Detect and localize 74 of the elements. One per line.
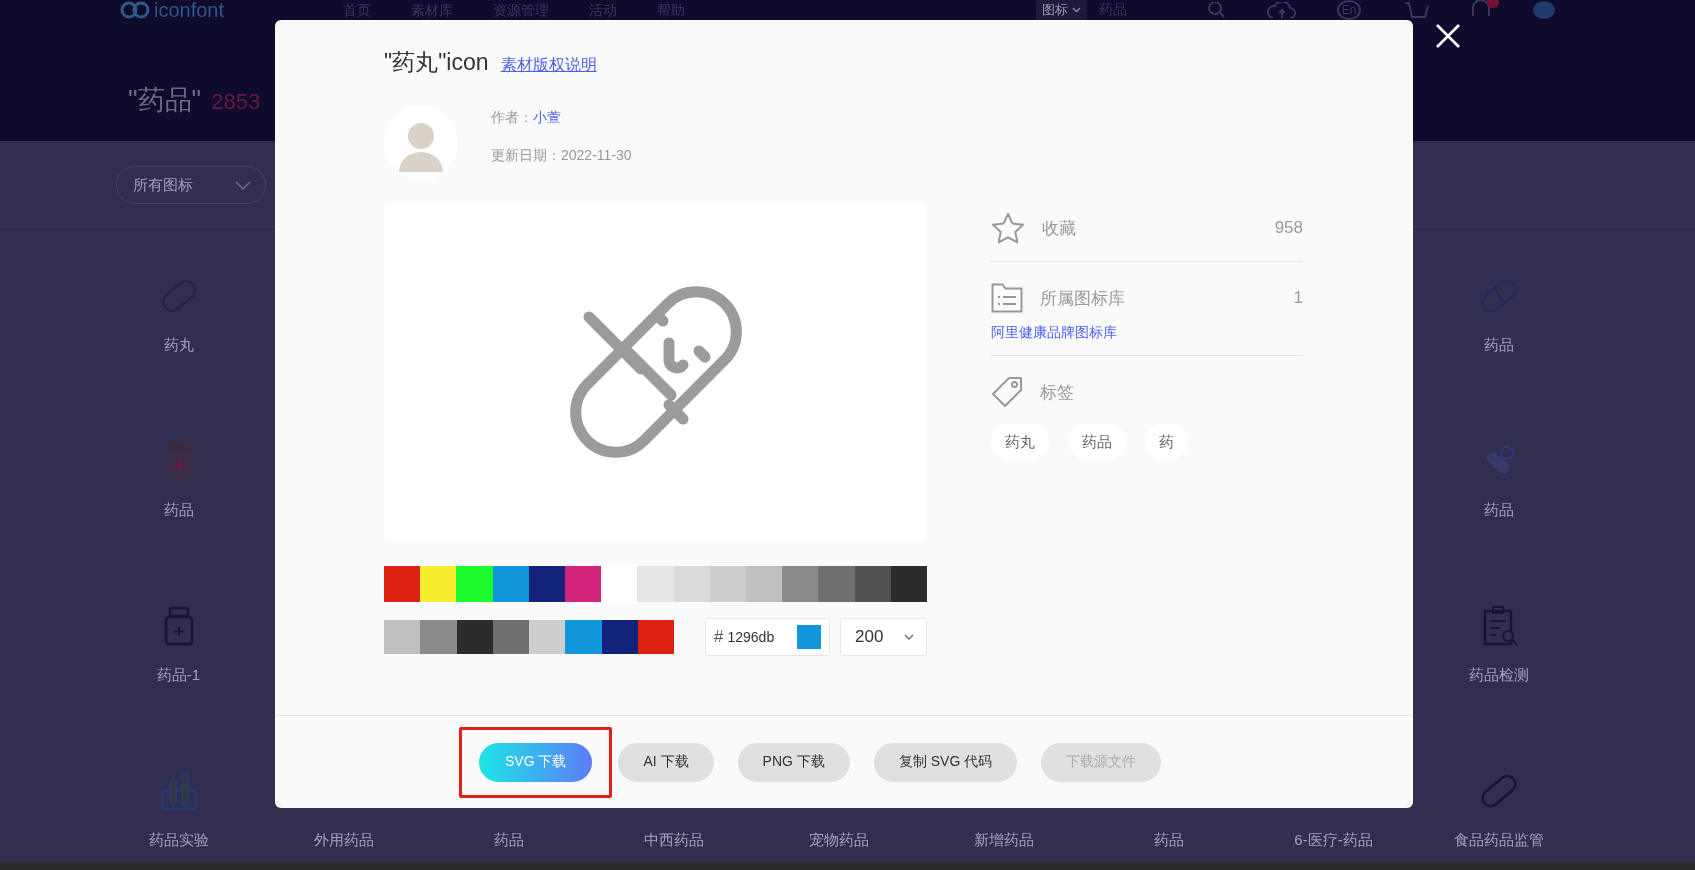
color-swatch[interactable] xyxy=(492,566,529,602)
icon-label[interactable]: 药品实验 xyxy=(148,831,209,849)
caret-icon xyxy=(904,634,914,640)
tag-chip[interactable]: 药丸 xyxy=(991,424,1049,459)
user-avatar[interactable] xyxy=(1533,1,1555,19)
page-title: "药品" xyxy=(128,84,202,117)
favorites-label: 收藏 xyxy=(1042,217,1077,240)
color-swatch[interactable] xyxy=(746,566,783,602)
icon-label[interactable]: 食品药品监管 xyxy=(1453,831,1544,849)
download-button[interactable]: AI 下载 xyxy=(618,742,714,782)
bell-icon[interactable] xyxy=(1469,0,1493,16)
color-swatch[interactable] xyxy=(420,566,457,602)
download-button[interactable]: PNG 下载 xyxy=(737,742,850,782)
icon-label[interactable]: 中西药品 xyxy=(643,831,704,849)
icon-library-link[interactable]: 阿里健康品牌图标库 xyxy=(991,324,1117,342)
hex-color-field[interactable]: # 1296db xyxy=(705,618,830,656)
recent-color-swatch[interactable] xyxy=(492,620,529,654)
recent-color-swatch[interactable] xyxy=(601,620,638,654)
icon-label[interactable]: 药品 xyxy=(1153,831,1184,849)
tag-chip[interactable]: 药品 xyxy=(1068,424,1126,459)
icon-label[interactable]: 药丸 xyxy=(163,336,194,354)
color-swatch[interactable] xyxy=(709,566,747,602)
icon-label[interactable]: 外用药品 xyxy=(313,831,374,849)
color-swatch[interactable] xyxy=(601,566,638,602)
search-type-select[interactable]: 图标 xyxy=(1036,0,1087,20)
color-swatch[interactable] xyxy=(818,566,855,602)
recent-color-swatch[interactable] xyxy=(529,620,566,654)
author-link[interactable]: 小萱 xyxy=(533,107,561,127)
icon-library-count: 1 xyxy=(1293,288,1303,308)
icon-label[interactable]: 宠物药品 xyxy=(808,831,869,849)
icon-label[interactable]: 药品检测 xyxy=(1468,666,1529,684)
recent-color-swatch[interactable] xyxy=(456,620,493,654)
recent-color-swatch[interactable] xyxy=(420,620,457,654)
icon-label[interactable]: 药品 xyxy=(1483,501,1514,519)
recent-color-swatch[interactable] xyxy=(565,620,602,654)
color-swatch[interactable] xyxy=(890,566,928,602)
color-swatch[interactable] xyxy=(637,566,674,602)
favorites-count: 958 xyxy=(1274,218,1303,238)
close-icon[interactable] xyxy=(1434,22,1462,50)
color-swatch[interactable] xyxy=(673,566,710,602)
color-swatch[interactable] xyxy=(384,566,421,602)
color-swatch[interactable] xyxy=(456,566,493,602)
tag-chip[interactable]: 药 xyxy=(1145,424,1188,459)
color-swatch[interactable] xyxy=(565,566,602,602)
size-select[interactable]: 200 xyxy=(840,618,927,656)
cart-icon[interactable] xyxy=(1403,2,1429,18)
caret-icon xyxy=(1072,7,1081,13)
icon-label[interactable]: 6-医疗-药品 xyxy=(1294,831,1373,849)
owl-logo-icon xyxy=(120,1,150,19)
copyright-link[interactable]: 素材版权说明 xyxy=(500,55,597,76)
icon-label[interactable]: 药品 xyxy=(163,501,194,519)
icon-label[interactable]: 新增药品 xyxy=(973,831,1034,849)
download-button[interactable]: 复制 SVG 代码 xyxy=(873,742,1018,782)
icon-label[interactable]: 药品 xyxy=(493,831,524,849)
dialog-title: "药丸"icon xyxy=(384,48,489,77)
caret-icon xyxy=(235,180,251,190)
recent-color-swatch[interactable] xyxy=(637,620,674,654)
color-swatch[interactable] xyxy=(782,566,819,602)
update-date: 2022-11-30 xyxy=(561,146,632,165)
recent-color-swatch[interactable] xyxy=(384,620,421,654)
result-count: 2853 xyxy=(211,89,261,115)
tags-label: 标签 xyxy=(1040,381,1075,404)
author-label: 作者： xyxy=(491,108,533,127)
cloud-upload-icon[interactable] xyxy=(1267,2,1297,18)
star-icon[interactable] xyxy=(991,212,1025,244)
icon-library-label: 所属图标库 xyxy=(1040,287,1126,310)
color-swatch[interactable] xyxy=(528,566,565,602)
folder-list-icon xyxy=(991,283,1023,313)
date-label: 更新日期： xyxy=(491,146,561,165)
search-icon[interactable] xyxy=(1207,2,1227,18)
color-swatch[interactable] xyxy=(854,566,891,602)
icon-label[interactable]: 药品-1 xyxy=(156,666,201,684)
icon-label[interactable]: 药品 xyxy=(1483,336,1514,354)
tag-icon xyxy=(991,376,1023,408)
